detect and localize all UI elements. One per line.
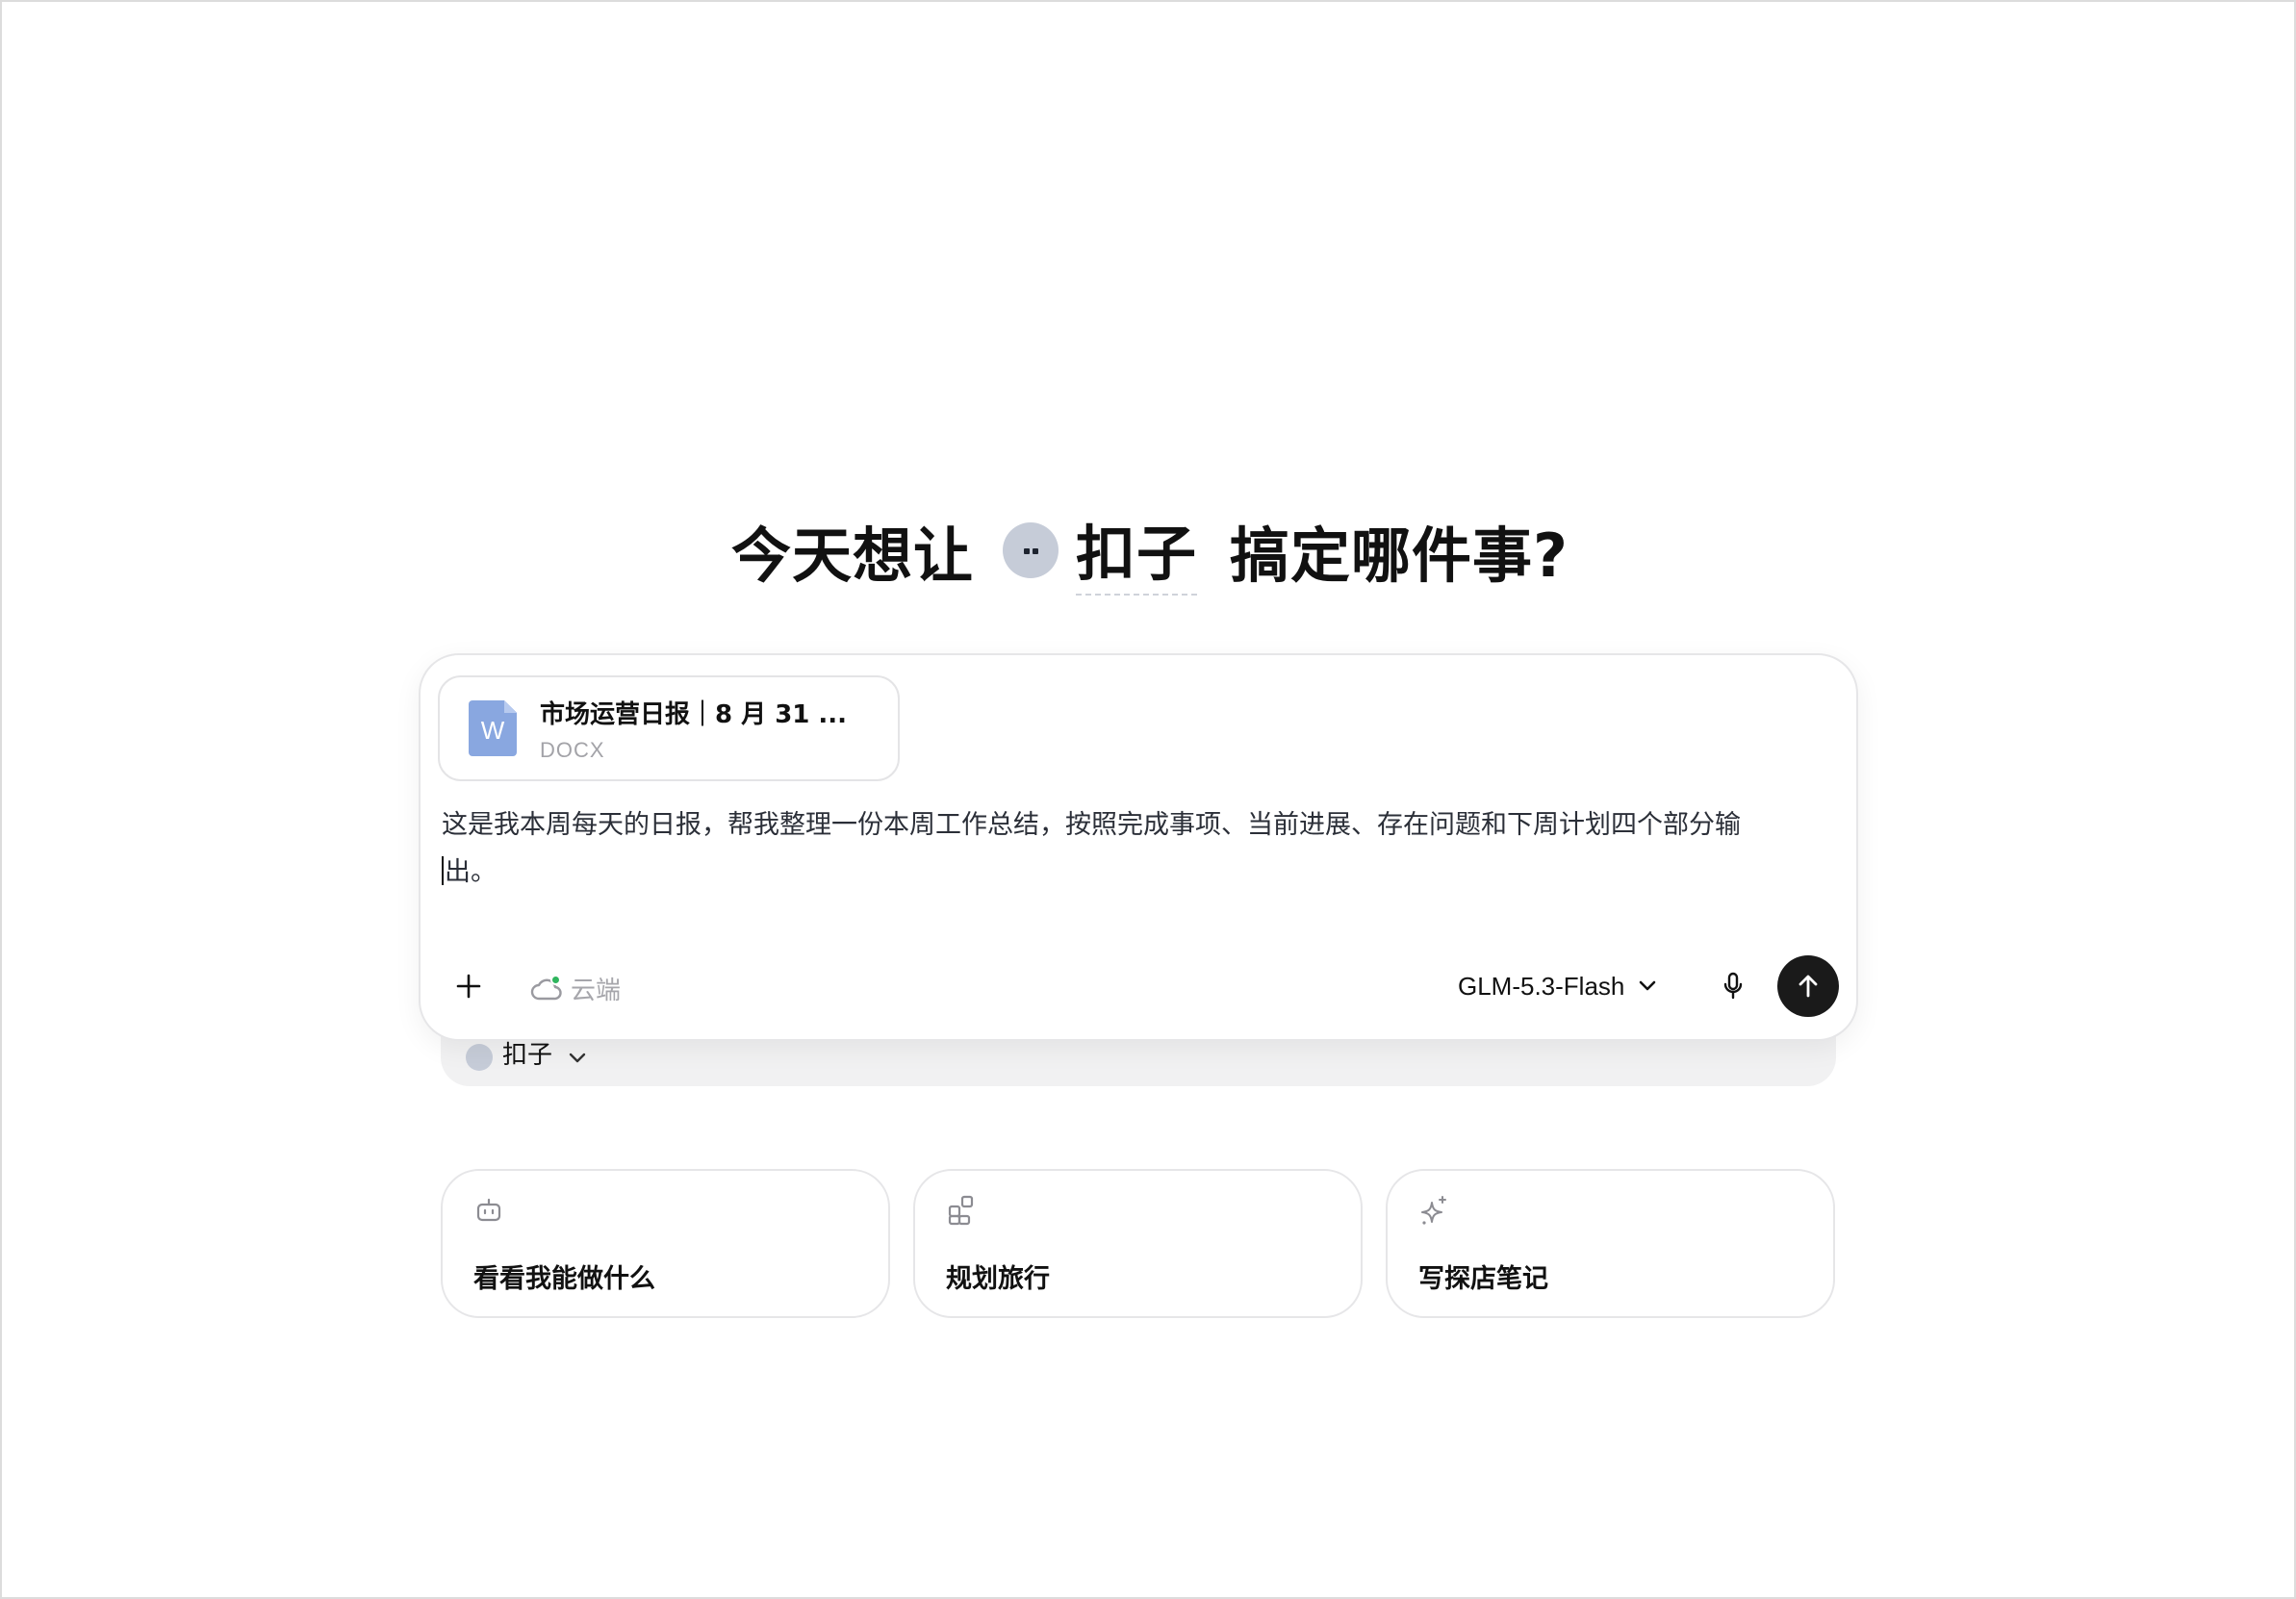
text-caret: [442, 856, 444, 885]
cloud-icon: [530, 975, 563, 1002]
plus-icon: [456, 974, 481, 999]
attachment-type: DOCX: [540, 737, 605, 762]
send-button[interactable]: [1777, 955, 1839, 1017]
sparkle-icon: [1421, 1196, 1446, 1225]
message-input[interactable]: 这是我本周每天的日报，帮我整理一份本周工作总结，按照完成事项、当前进展、存在问题…: [442, 801, 1827, 896]
model-name: GLM-5.3-Flash: [1458, 971, 1625, 1001]
cloud-label: 云端: [571, 976, 622, 1005]
chevron-down-icon[interactable]: [568, 1052, 587, 1065]
avatar-eye-left: [1024, 548, 1031, 554]
headline-prefix: 今天想让: [731, 520, 975, 591]
message-line-2: 出。: [442, 849, 1827, 896]
microphone-icon: [1723, 972, 1743, 1000]
cloud-mode-toggle[interactable]: 云端: [530, 967, 621, 1009]
suggestion-card-travel[interactable]: 规划旅行: [913, 1169, 1363, 1318]
headline-suffix: 搞定哪件事?: [1230, 520, 1569, 591]
chat-composer-container: W 市场运营日报｜8 月 31 ... DOCX 这是我本周每天的日报，帮我整理…: [419, 653, 1858, 1086]
chevron-down-icon: [1640, 980, 1656, 991]
voice-input-button[interactable]: [1716, 967, 1750, 1005]
attachment-title: 市场运营日报｜8 月 31 ...: [540, 699, 848, 729]
add-attachment-button[interactable]: [447, 965, 490, 1007]
arrow-up-icon: [1799, 975, 1818, 998]
attachment-chip[interactable]: W 市场运营日报｜8 月 31 ... DOCX: [438, 675, 900, 781]
page-title: 今天想让 扣子 搞定哪件事?: [2, 502, 2296, 598]
suggestion-label: 规划旅行: [946, 1264, 1050, 1294]
model-selector[interactable]: GLM-5.3-Flash: [1458, 965, 1657, 1007]
suggestion-card-notes[interactable]: 写探店笔记: [1386, 1169, 1835, 1318]
doc-icon-letter: W: [480, 715, 505, 745]
app-window: 今天想让 扣子 搞定哪件事? W 市场运营日报｜8 月 31 ... DOCX: [0, 0, 2296, 1599]
message-line-2-text: 出。: [445, 857, 497, 887]
message-line-1: 这是我本周每天的日报，帮我整理一份本周工作总结，按照完成事项、当前进展、存在问题…: [442, 810, 1741, 840]
attachment-text: 市场运营日报｜8 月 31 ... DOCX: [540, 695, 847, 763]
suggestion-card-capabilities[interactable]: 看看我能做什么: [441, 1169, 890, 1318]
apps-grid-icon: [948, 1195, 974, 1226]
headline-agent-name[interactable]: 扣子: [1076, 505, 1198, 596]
agent-mini-avatar: [466, 1044, 493, 1071]
suggestion-label: 看看我能做什么: [473, 1264, 655, 1294]
word-doc-icon: W: [469, 700, 517, 756]
robot-icon: [476, 1198, 501, 1222]
composer-toolbar: 云端 GLM-5.3-Flash: [421, 953, 1856, 1021]
avatar-eye-right: [1033, 548, 1039, 554]
cloud-status-dot: [550, 975, 561, 985]
agent-avatar[interactable]: [1003, 522, 1059, 578]
suggestion-cards: 看看我能做什么 规划旅行 写探店笔记: [441, 1169, 1836, 1318]
chat-composer[interactable]: W 市场运营日报｜8 月 31 ... DOCX 这是我本周每天的日报，帮我整理…: [419, 653, 1858, 1041]
suggestion-label: 写探店笔记: [1418, 1264, 1548, 1294]
